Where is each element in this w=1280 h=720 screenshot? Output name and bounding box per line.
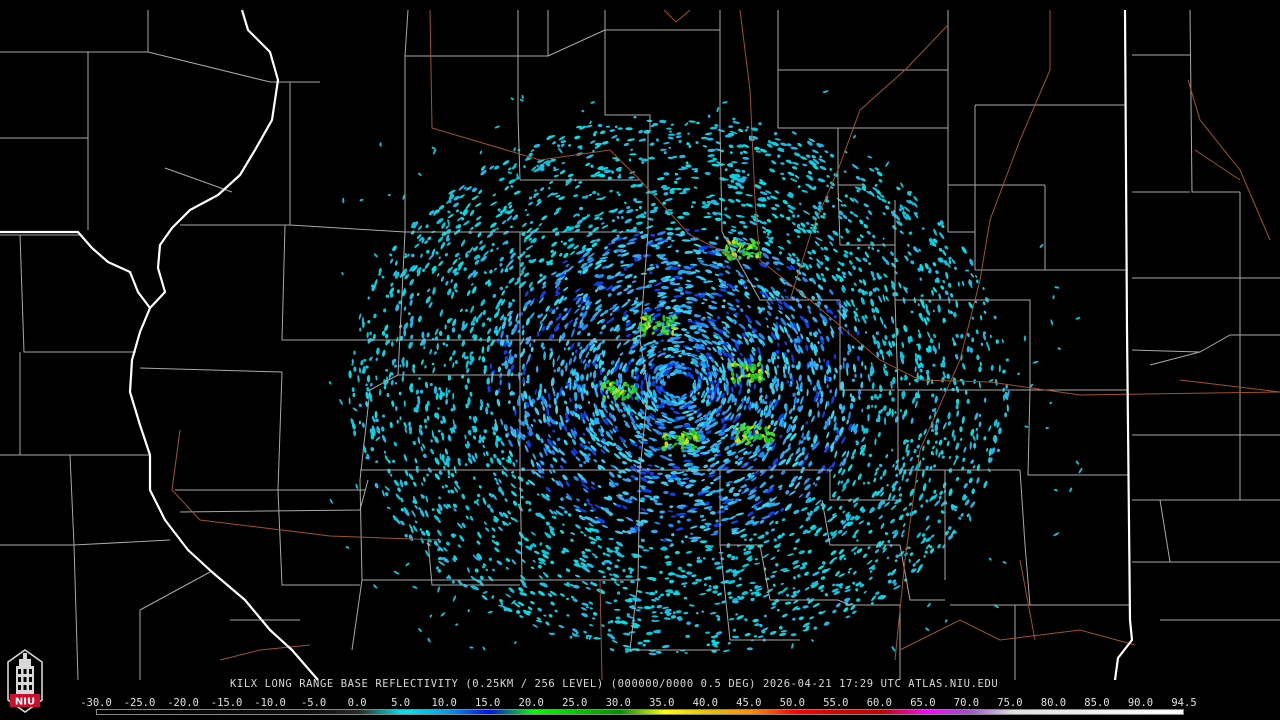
colorbar-label: 90.0 <box>1127 697 1154 709</box>
logo-text: NIU <box>15 697 35 708</box>
colorbar-labels: -30.0 -25.0 -20.0 -15.0 -10.0 -5.0 0.0 5.0 10.0 1… <box>80 697 1197 709</box>
colorbar-label: 94.5 <box>1171 697 1197 709</box>
colorbar-label: 75.0 <box>997 697 1023 709</box>
colorbar-label: 60.0 <box>866 697 893 709</box>
colorbar-label: 25.0 <box>562 697 588 709</box>
colorbar-label: 35.0 <box>649 697 675 709</box>
colorbar-label: -5.0 <box>300 697 327 709</box>
colorbar-label: 10.0 <box>431 697 457 709</box>
colorbar-label: 0.0 <box>347 697 367 709</box>
radar-site-marker <box>673 379 685 391</box>
colorbar-label: -15.0 <box>210 697 243 709</box>
colorbar-label: 85.0 <box>1084 697 1110 709</box>
colorbar-label: -30.0 <box>80 697 112 709</box>
colorbar-label: 40.0 <box>692 697 718 709</box>
colorbar-label: -10.0 <box>254 697 286 709</box>
niu-tower-logo-icon: NIU <box>7 649 43 713</box>
reflectivity-colorbar <box>96 709 1184 715</box>
radar-map <box>0 0 1280 720</box>
colorbar-label: 20.0 <box>518 697 544 709</box>
colorbar-label: 5.0 <box>391 697 411 709</box>
colorbar-label: 30.0 <box>605 697 631 709</box>
colorbar-label: 80.0 <box>1040 697 1067 709</box>
colorbar-label: 45.0 <box>736 697 762 709</box>
product-caption: KILX LONG RANGE BASE REFLECTIVITY (0.25K… <box>230 678 999 690</box>
colorbar-label: 70.0 <box>953 697 980 709</box>
colorbar-label: 65.0 <box>910 697 936 709</box>
colorbar-label: -20.0 <box>167 697 199 709</box>
colorbar-label: -25.0 <box>123 697 156 709</box>
colorbar-label: 50.0 <box>779 697 805 709</box>
colorbar-label: 15.0 <box>475 697 501 709</box>
colorbar-label: 55.0 <box>823 697 849 709</box>
